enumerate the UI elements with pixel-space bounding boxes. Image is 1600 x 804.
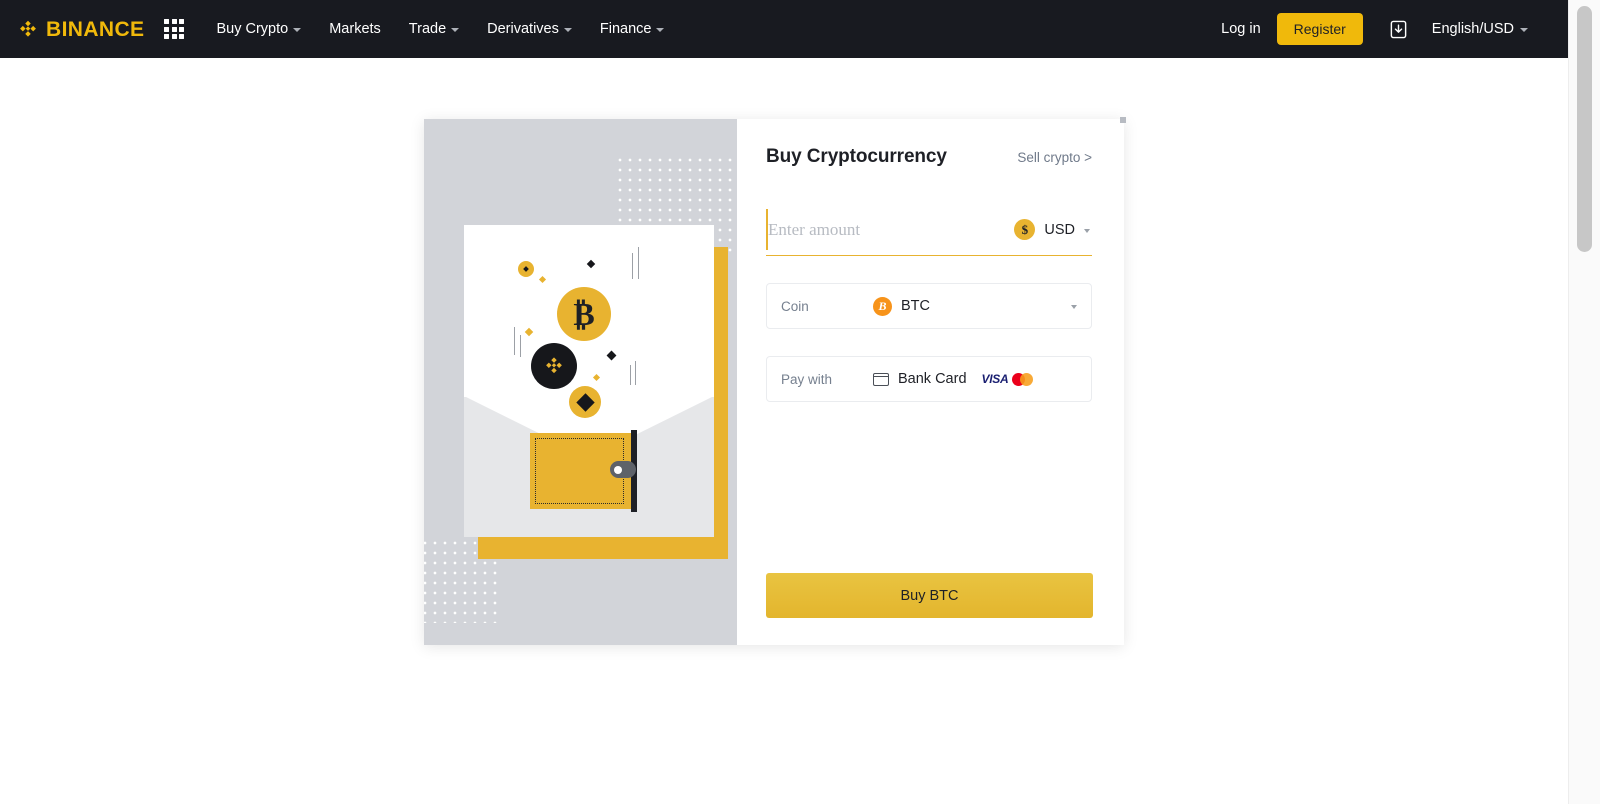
nav-label-finance: Finance [599, 21, 652, 37]
bitcoin-coin: ₿ [557, 287, 611, 341]
nav-label-markets: Markets [329, 21, 381, 37]
credit-card-icon [873, 372, 889, 386]
form-header: Buy Cryptocurrency Sell crypto > [766, 146, 1092, 168]
input-caret [766, 209, 768, 250]
deco-tick [520, 335, 522, 357]
wallet-clasp [610, 461, 636, 478]
wallet-shape [530, 430, 637, 512]
binance-coin-glyph [546, 357, 562, 374]
binance-logo[interactable]: BINANCE [17, 18, 144, 40]
dollar-icon: $ [1014, 219, 1036, 240]
nav-item-markets[interactable]: Markets [315, 0, 395, 58]
nav-label-derivatives: Derivatives [487, 21, 559, 37]
chevron-down-icon [451, 28, 460, 32]
currency-selector[interactable]: $ USD [1014, 219, 1092, 240]
buy-crypto-card: ₿ Buy Cryptocurrency Sell crypto > Enter… [424, 117, 1126, 645]
nav-item-trade[interactable]: Trade [395, 0, 473, 58]
grid-apps-icon[interactable] [164, 19, 185, 39]
nav-item-buy-crypto[interactable]: Buy Crypto [202, 0, 315, 58]
payment-method-selector[interactable]: Pay with Bank Card VISA [766, 356, 1092, 402]
nav-label-buy-crypto: Buy Crypto [216, 21, 289, 37]
chevron-down-icon [293, 28, 302, 32]
pay-field-value: Bank Card VISA [873, 371, 1077, 387]
register-button[interactable]: Register [1276, 13, 1363, 45]
envelope-shape: ₿ [464, 225, 714, 537]
coin-selector[interactable]: Coin B BTC [766, 283, 1092, 329]
amount-input[interactable] [766, 204, 1015, 255]
payment-logos: VISA [982, 372, 1034, 386]
chevron-down-icon [1520, 28, 1528, 32]
deco-tick [632, 253, 634, 279]
pay-value-label: Bank Card [898, 371, 967, 387]
chevron-down-icon [1084, 228, 1090, 233]
currency-label: USD [1044, 221, 1075, 238]
diamond-glyph [575, 392, 595, 412]
chevron-down-icon [1071, 305, 1077, 309]
bitcoin-icon: B [873, 296, 892, 316]
visa-logo: VISA [981, 372, 1009, 386]
binance-logo-text: BINANCE [46, 17, 145, 41]
chevron-down-icon [656, 28, 665, 32]
coin-field-value: B BTC [873, 296, 1071, 316]
pay-field-label: Pay with [781, 371, 833, 387]
mastercard-logo [1012, 372, 1034, 386]
nav-label-trade: Trade [408, 21, 447, 37]
deco-tick [638, 247, 640, 279]
navbar-links: Buy Crypto Markets Trade Derivatives Fin… [202, 0, 678, 58]
small-gold-coin [518, 261, 534, 277]
nav-item-derivatives[interactable]: Derivatives [473, 0, 586, 58]
binance-diamond-icon [20, 20, 36, 37]
navbar-left-group: BINANCE Buy Crypto Markets Trade Derivat… [0, 0, 678, 58]
buy-crypto-form: Buy Cryptocurrency Sell crypto > $ USD C… [737, 119, 1124, 645]
top-navigation-bar: BINANCE Buy Crypto Markets Trade Derivat… [0, 0, 1568, 58]
card-corner-marker [1120, 117, 1126, 123]
binance-coin [531, 343, 577, 389]
coin-value-label: BTC [901, 298, 930, 314]
download-app-icon[interactable] [1389, 20, 1408, 39]
page-scrollbar[interactable] [1568, 0, 1600, 804]
chevron-down-icon [563, 28, 572, 32]
language-currency-selector[interactable]: English/USD [1432, 21, 1528, 37]
sell-crypto-link[interactable]: Sell crypto > [1017, 150, 1092, 165]
nav-item-finance[interactable]: Finance [586, 0, 679, 58]
scrollbar-thumb[interactable] [1577, 6, 1592, 252]
coin-field-label: Coin [781, 298, 809, 314]
crypto-wallet-illustration: ₿ [424, 119, 737, 645]
amount-input-row: $ USD [766, 204, 1092, 256]
diamond-coin [569, 386, 601, 418]
download-glyph [1390, 20, 1407, 38]
navbar-right-group: Log in Register English/USD [1205, 13, 1568, 45]
main-content-area: ₿ Buy Cryptocurrency Sell crypto > Enter… [0, 58, 1568, 804]
deco-tick [630, 365, 632, 385]
deco-tick [514, 327, 516, 355]
login-link[interactable]: Log in [1205, 21, 1277, 37]
deco-tick [635, 361, 637, 385]
page-root: BINANCE Buy Crypto Markets Trade Derivat… [0, 0, 1600, 804]
page-title: Buy Cryptocurrency [766, 146, 947, 167]
buy-btc-button[interactable]: Buy BTC [766, 573, 1093, 618]
language-currency-label: English/USD [1431, 21, 1514, 37]
